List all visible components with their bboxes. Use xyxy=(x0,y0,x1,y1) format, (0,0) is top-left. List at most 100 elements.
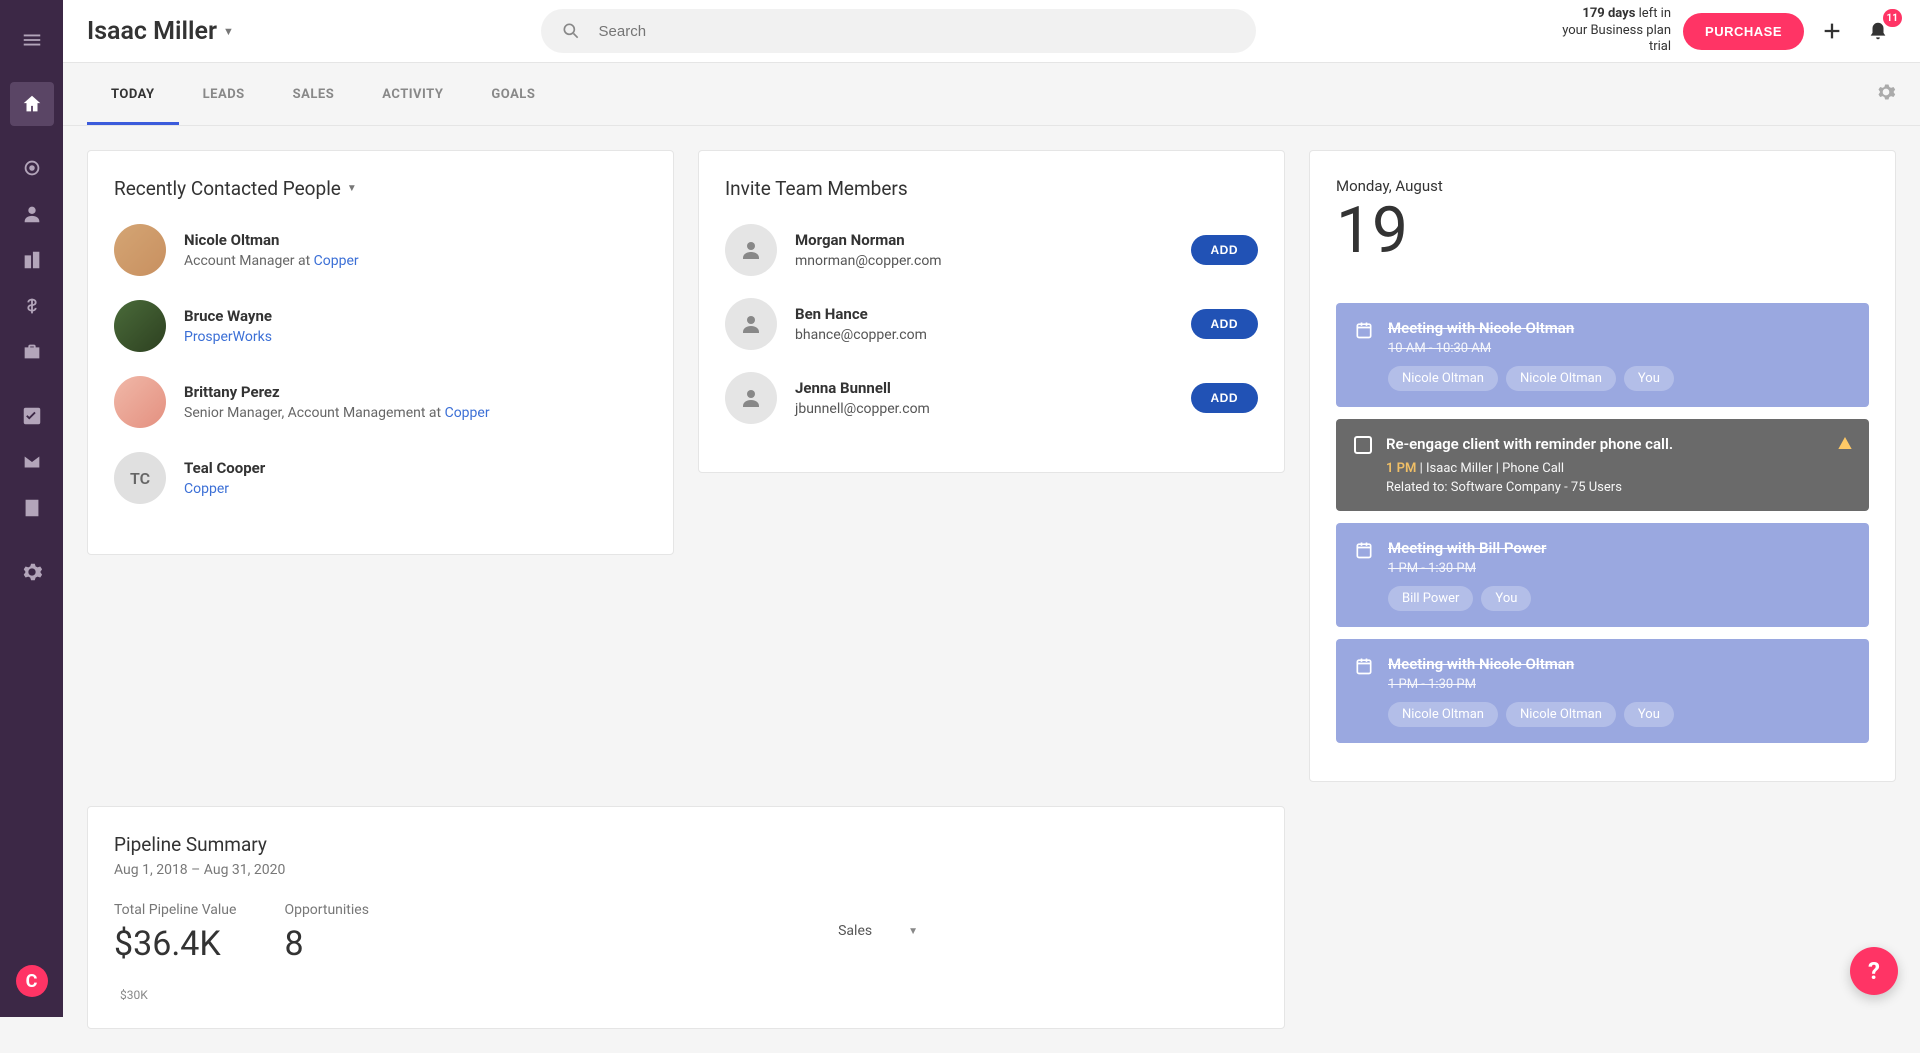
event-title: Meeting with Nicole Oltman xyxy=(1388,655,1851,673)
add-member-button[interactable]: ADD xyxy=(1191,383,1259,413)
nav-mail[interactable] xyxy=(10,440,54,484)
contact-name: Teal Cooper xyxy=(184,459,265,477)
invite-row: Jenna Bunnell jbunnell@copper.com ADD xyxy=(725,372,1258,424)
page-title-dropdown[interactable]: Isaac Miller ▼ xyxy=(87,17,234,46)
attendee-chip[interactable]: Nicole Oltman xyxy=(1506,366,1616,391)
contact-row[interactable]: Nicole Oltman Account Manager at Copper xyxy=(114,224,647,276)
nav-person[interactable] xyxy=(10,192,54,236)
chevron-down-icon: ▼ xyxy=(223,25,234,38)
calendar-event[interactable]: Meeting with Nicole Oltman 1 PM - 1:30 P… xyxy=(1336,639,1869,743)
stat-value: $36.4K xyxy=(114,924,236,964)
tab-goals[interactable]: GOALS xyxy=(467,63,559,125)
tabs-settings-button[interactable] xyxy=(1876,82,1896,106)
nav-reports[interactable] xyxy=(10,486,54,530)
card-title: Invite Team Members xyxy=(725,177,1258,200)
menu-icon[interactable] xyxy=(10,18,54,62)
checkbox-icon[interactable] xyxy=(1354,436,1372,454)
company-link[interactable]: Copper xyxy=(184,481,229,497)
notifications-button[interactable]: 11 xyxy=(1860,13,1896,49)
attendee-chip[interactable]: Bill Power xyxy=(1388,586,1473,611)
notification-badge: 11 xyxy=(1883,9,1902,27)
contact-role: ProsperWorks xyxy=(184,329,272,345)
avatar-placeholder xyxy=(725,224,777,276)
calendar-date-label: Monday, August xyxy=(1336,177,1869,195)
nav-company[interactable] xyxy=(10,238,54,282)
contact-role: Copper xyxy=(184,481,265,497)
contact-role: Account Manager at Copper xyxy=(184,253,359,269)
avatar xyxy=(114,376,166,428)
contact-role: Senior Manager, Account Management at Co… xyxy=(184,405,490,421)
pipeline-filter-select[interactable]: Sales ▼ xyxy=(838,923,918,943)
attendee-chip[interactable]: You xyxy=(1624,366,1674,391)
brand-logo[interactable]: C xyxy=(16,965,48,997)
chevron-down-icon: ▼ xyxy=(347,183,357,194)
main-content: TODAY LEADS SALES ACTIVITY GOALS Recentl… xyxy=(63,63,1920,1053)
attendee-chip[interactable]: Nicole Oltman xyxy=(1388,702,1498,727)
invite-team-card: Invite Team Members Morgan Norman mnorma… xyxy=(698,150,1285,473)
search-box[interactable] xyxy=(541,9,1256,53)
tab-sales[interactable]: SALES xyxy=(269,63,359,125)
contact-row[interactable]: Bruce Wayne ProsperWorks xyxy=(114,300,647,352)
attendee-chip[interactable]: Nicole Oltman xyxy=(1388,366,1498,391)
event-title: Meeting with Bill Power xyxy=(1388,539,1851,557)
stat-label: Total Pipeline Value xyxy=(114,902,236,918)
stat-value: 8 xyxy=(284,924,369,964)
avatar xyxy=(114,224,166,276)
event-title: Meeting with Nicole Oltman xyxy=(1388,319,1851,337)
page-title: Isaac Miller xyxy=(87,17,217,46)
event-time: 1 PM - 1:30 PM xyxy=(1388,677,1851,692)
add-button[interactable] xyxy=(1814,13,1850,49)
invite-email: mnorman@copper.com xyxy=(795,253,1173,269)
invite-email: jbunnell@copper.com xyxy=(795,401,1173,417)
tab-leads[interactable]: LEADS xyxy=(179,63,269,125)
calendar-task[interactable]: Re-engage client with reminder phone cal… xyxy=(1336,419,1869,511)
attendee-chip[interactable]: You xyxy=(1624,702,1674,727)
event-time: 1 PM - 1:30 PM xyxy=(1388,561,1851,576)
calendar-icon xyxy=(1354,540,1374,564)
pipeline-card: Pipeline Summary Aug 1, 2018 – Aug 31, 2… xyxy=(87,806,1285,1029)
purchase-button[interactable]: PURCHASE xyxy=(1683,13,1804,50)
nav-home[interactable] xyxy=(10,82,54,126)
add-member-button[interactable]: ADD xyxy=(1191,309,1259,339)
search-icon xyxy=(561,21,581,41)
calendar-card: Monday, August 19 Meeting with Nicole Ol… xyxy=(1309,150,1896,782)
search-input[interactable] xyxy=(599,23,1236,40)
attendee-chip[interactable]: Nicole Oltman xyxy=(1506,702,1616,727)
card-title-dropdown[interactable]: Recently Contacted People ▼ xyxy=(114,177,647,200)
avatar-placeholder xyxy=(725,372,777,424)
nav-settings[interactable] xyxy=(10,550,54,594)
sidebar-rail: C xyxy=(0,0,63,1017)
nav-target[interactable] xyxy=(10,146,54,190)
trial-status: 179 days left in your Business plan tria… xyxy=(1562,6,1671,57)
card-title: Pipeline Summary xyxy=(114,833,1258,856)
invite-name: Jenna Bunnell xyxy=(795,379,1173,397)
tab-today[interactable]: TODAY xyxy=(87,63,179,125)
warning-icon xyxy=(1837,435,1853,455)
avatar-placeholder xyxy=(725,298,777,350)
company-link[interactable]: Copper xyxy=(314,253,359,269)
pipeline-date-range: Aug 1, 2018 – Aug 31, 2020 xyxy=(114,862,1258,878)
nav-briefcase[interactable] xyxy=(10,330,54,374)
contact-row[interactable]: Brittany Perez Senior Manager, Account M… xyxy=(114,376,647,428)
calendar-event[interactable]: Meeting with Bill Power 1 PM - 1:30 PM B… xyxy=(1336,523,1869,627)
company-link[interactable]: ProsperWorks xyxy=(184,329,272,345)
help-button[interactable]: ? xyxy=(1850,947,1898,995)
tab-bar: TODAY LEADS SALES ACTIVITY GOALS xyxy=(63,63,1920,126)
task-time: 1 PM xyxy=(1386,461,1416,476)
calendar-event[interactable]: Meeting with Nicole Oltman 10 AM - 10:30… xyxy=(1336,303,1869,407)
attendee-chip[interactable]: You xyxy=(1481,586,1531,611)
contact-name: Bruce Wayne xyxy=(184,307,272,325)
avatar: TC xyxy=(114,452,166,504)
contact-row[interactable]: TC Teal Cooper Copper xyxy=(114,452,647,504)
calendar-icon xyxy=(1354,320,1374,344)
stat-label: Opportunities xyxy=(284,902,369,918)
recently-contacted-card: Recently Contacted People ▼ Nicole Oltma… xyxy=(87,150,674,555)
nav-tasks[interactable] xyxy=(10,394,54,438)
chart-y-tick: $30K xyxy=(120,988,1258,1002)
topbar: Isaac Miller ▼ 179 days left in your Bus… xyxy=(63,0,1920,63)
nav-money[interactable] xyxy=(10,284,54,328)
tab-activity[interactable]: ACTIVITY xyxy=(358,63,467,125)
company-link[interactable]: Copper xyxy=(445,405,490,421)
add-member-button[interactable]: ADD xyxy=(1191,235,1259,265)
contact-name: Nicole Oltman xyxy=(184,231,359,249)
